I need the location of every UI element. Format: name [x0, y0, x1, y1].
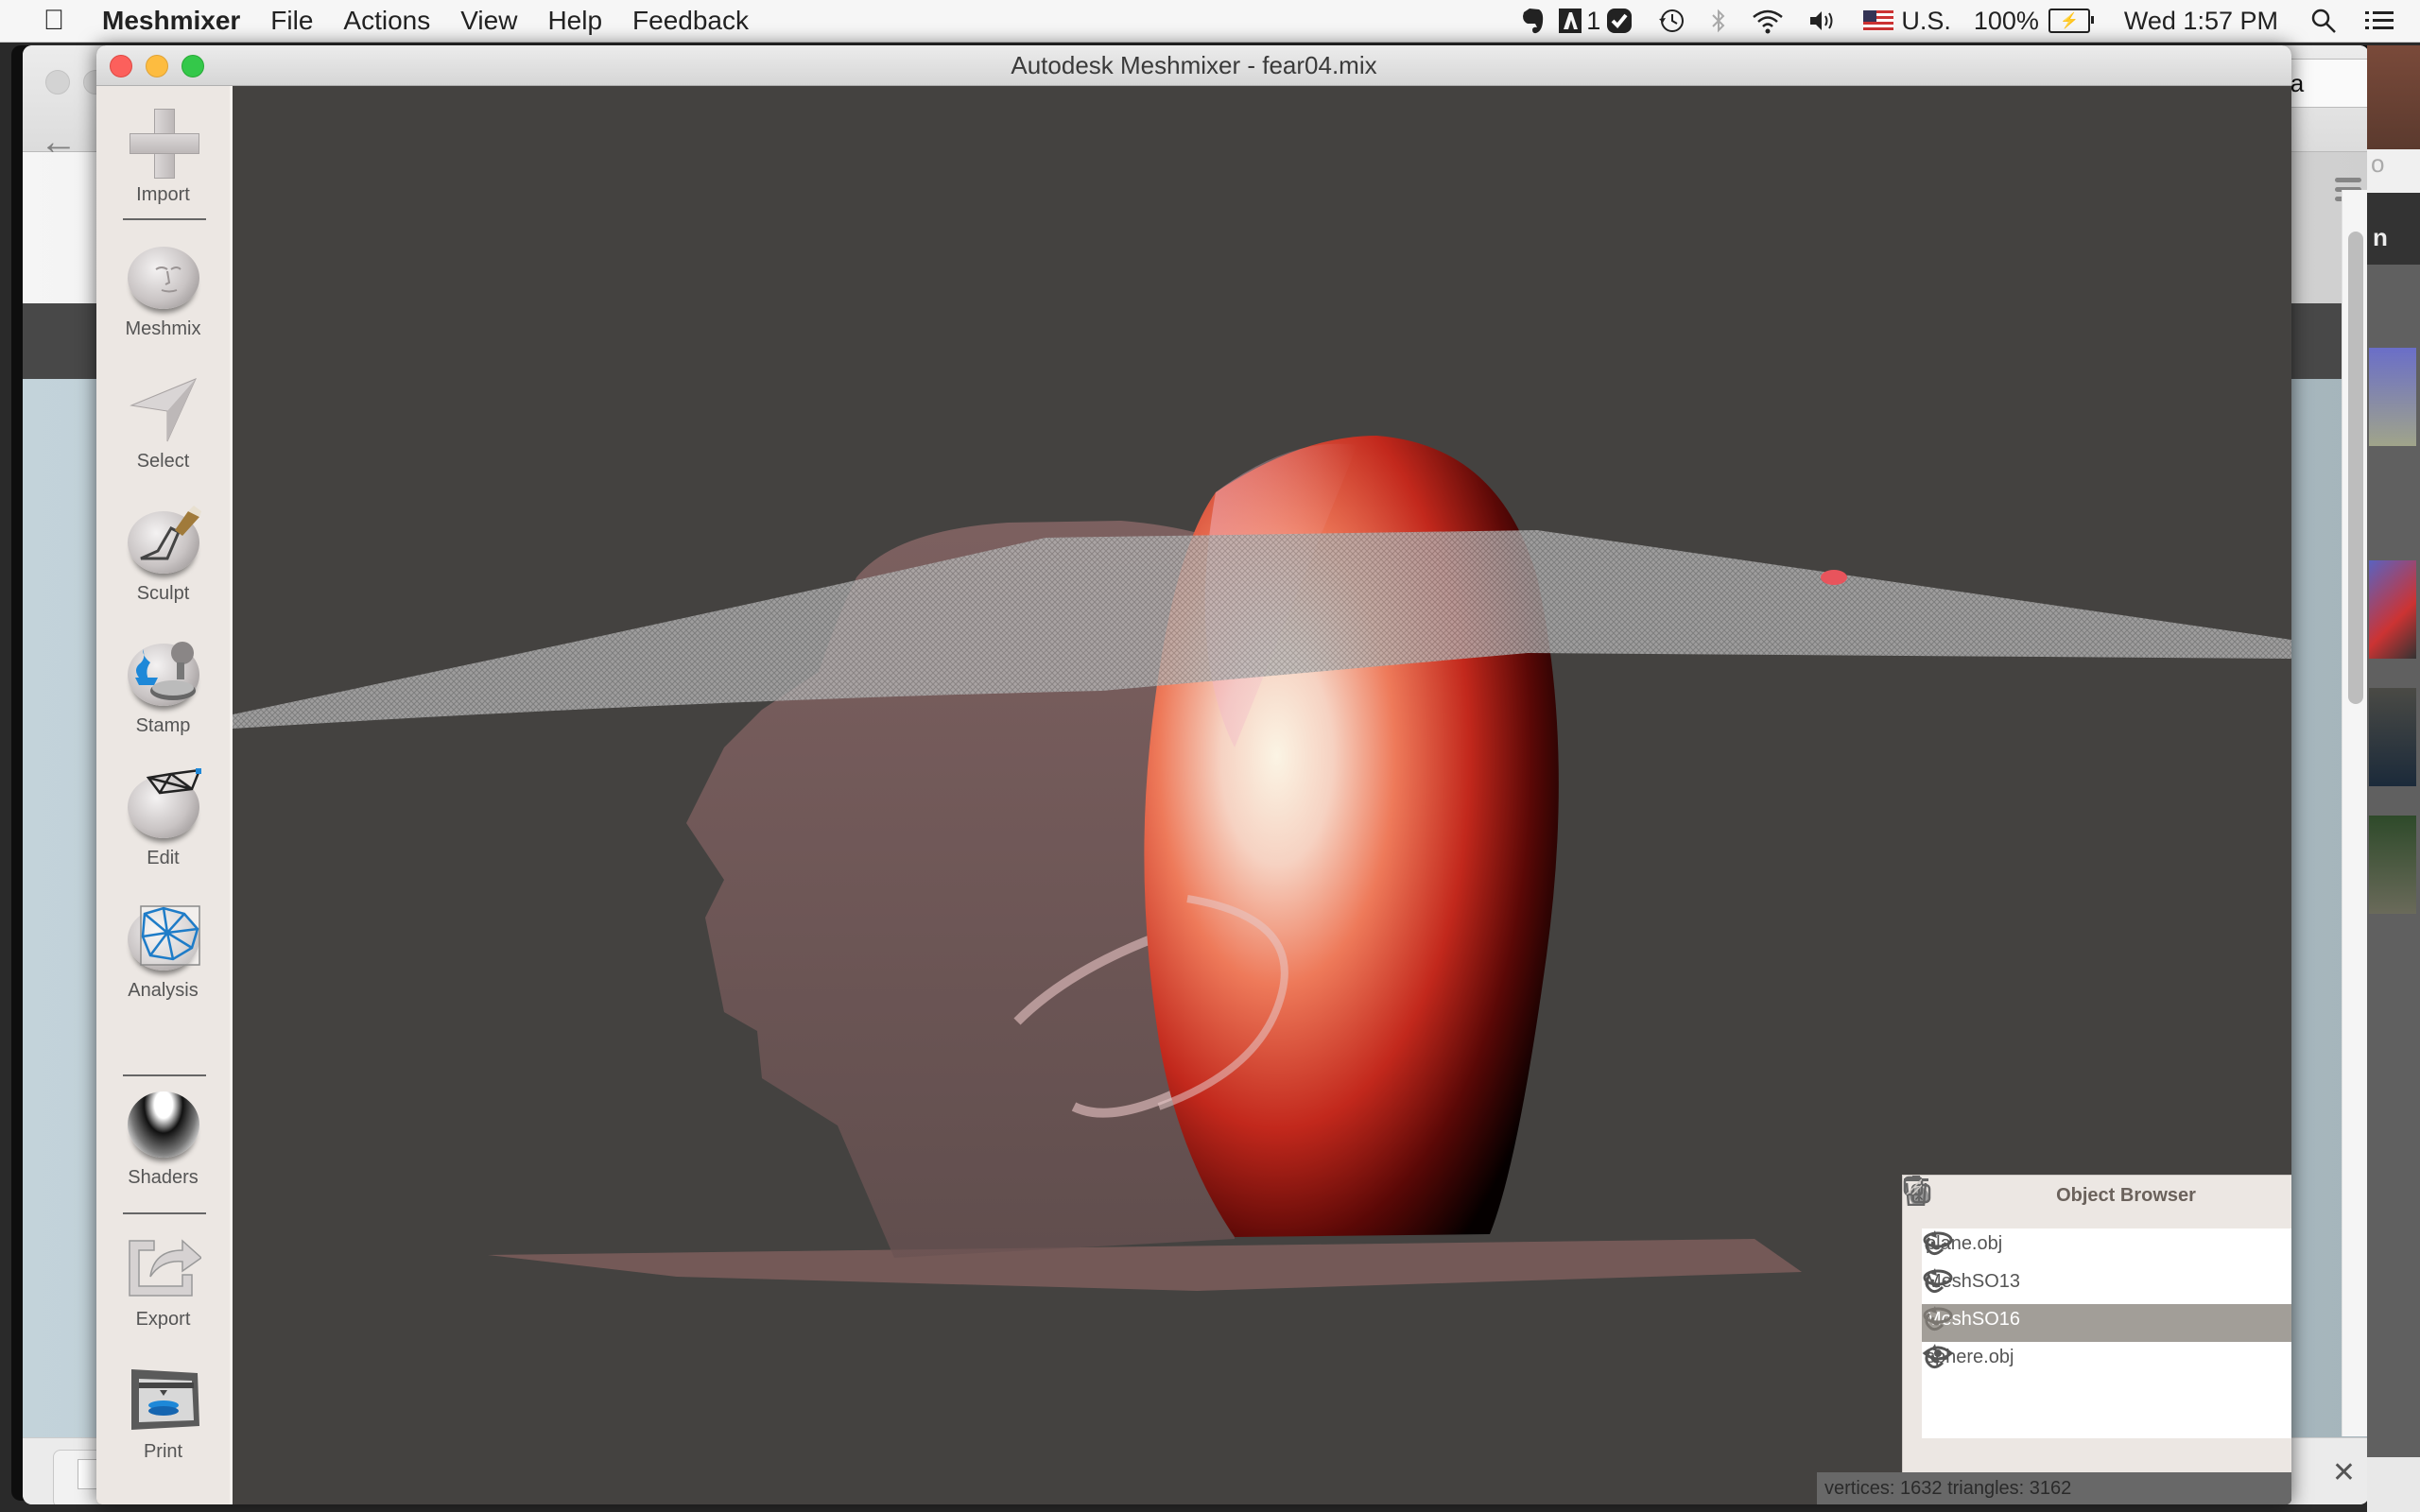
sidebar-divider: [123, 1212, 206, 1214]
browser-scroll-thumb[interactable]: [2348, 232, 2363, 704]
browser-scrollbar[interactable]: [2342, 190, 2367, 1436]
menu-feedback[interactable]: Feedback: [632, 6, 749, 36]
adobe-badge: 1: [1586, 6, 1601, 35]
checkmark-icon[interactable]: [1606, 0, 1633, 42]
tool-analysis[interactable]: Analysis: [96, 901, 230, 1002]
object-browser-panel: ✕ Object Browser plane.obj MeshSO13 Mesh…: [1902, 1175, 2291, 1490]
analysis-mesh-icon: [126, 901, 201, 976]
menu-help[interactable]: Help: [547, 6, 602, 36]
evernote-icon[interactable]: [1520, 0, 1545, 42]
stamp-icon: [126, 636, 201, 712]
window-title-bar[interactable]: Autodesk Meshmixer - fear04.mix: [96, 45, 2291, 86]
tool-meshmix[interactable]: Meshmix: [96, 239, 230, 340]
tool-select[interactable]: Select: [96, 371, 230, 472]
battery-percent[interactable]: 100%: [1974, 7, 2039, 36]
object-row[interactable]: plane.obj: [1922, 1228, 2291, 1266]
menu-view[interactable]: View: [460, 6, 517, 36]
status-menus: 1 U.S. 100% ⚡ Wed 1:57 PM: [1495, 0, 2394, 42]
apple-logo-icon[interactable]: : [38, 5, 70, 37]
menu-bar:  Meshmixer File Actions View Help Feedb…: [0, 0, 2420, 43]
battery-icon[interactable]: ⚡: [2048, 9, 2094, 33]
export-arrow-icon: [126, 1229, 202, 1305]
ground-plane: [488, 1239, 1802, 1291]
photo-thumbnail[interactable]: [2369, 688, 2416, 786]
browser-close-button[interactable]: [45, 70, 70, 94]
photo-strip-nav: n: [2367, 193, 2420, 265]
eye-open-icon[interactable]: [1922, 1342, 1954, 1365]
bluetooth-icon[interactable]: [1710, 0, 1727, 42]
object-browser-title: Object Browser: [2056, 1185, 2196, 1206]
small-sphere: [1821, 570, 1847, 585]
tool-label: Meshmix: [125, 318, 201, 339]
tool-label: Shaders: [128, 1167, 199, 1188]
photo-thumbnail[interactable]: [2369, 816, 2416, 914]
tool-shaders[interactable]: Shaders: [96, 1088, 230, 1189]
tool-sculpt[interactable]: Sculpt: [96, 504, 230, 605]
tool-label: Edit: [147, 848, 180, 868]
object-row[interactable]: sphere.obj: [1922, 1342, 2291, 1380]
time-machine-icon[interactable]: [1657, 0, 1685, 42]
meshmixer-window: Autodesk Meshmixer - fear04.mix Import M…: [96, 45, 2291, 1504]
tool-label: Sculpt: [136, 583, 190, 604]
window-title: Autodesk Meshmixer - fear04.mix: [1011, 51, 1377, 79]
wifi-icon[interactable]: [1752, 0, 1784, 42]
resize-handle-icon[interactable]: [1903, 1176, 1922, 1194]
object-row[interactable]: MeshSO13: [1922, 1266, 2291, 1304]
plus-icon: [126, 105, 201, 180]
tool-label: Import: [136, 184, 190, 205]
sidebar-divider: [123, 1074, 206, 1076]
background-photo-window: o n: [2367, 45, 2420, 1512]
us-flag-icon[interactable]: [1863, 10, 1894, 31]
photo-strip-footer: [2367, 1457, 2420, 1512]
eye-closed-icon[interactable]: [1922, 1228, 1954, 1251]
menu-file[interactable]: File: [270, 6, 313, 36]
sculpt-brush-icon: [126, 504, 201, 579]
eye-closed-icon[interactable]: [1922, 1266, 1954, 1289]
tool-label: Analysis: [128, 980, 199, 1001]
clock[interactable]: Wed 1:57 PM: [2124, 7, 2278, 36]
notification-center-icon[interactable]: [2365, 0, 2394, 42]
tool-print[interactable]: Print: [96, 1362, 230, 1463]
object-list: plane.obj MeshSO13 MeshSO16 sphere.obj: [1922, 1228, 2291, 1438]
photo-thumbnail[interactable]: [2369, 560, 2416, 659]
photo-header: [2367, 45, 2420, 149]
arrow-cursor-icon: [126, 371, 201, 447]
sidebar-divider: [123, 218, 206, 220]
menu-app-name[interactable]: Meshmixer: [102, 6, 240, 36]
tool-edit[interactable]: Edit: [96, 768, 230, 869]
menu-actions[interactable]: Actions: [343, 6, 430, 36]
input-source-label[interactable]: U.S.: [1901, 7, 1951, 36]
shader-sphere-icon: [126, 1088, 201, 1163]
object-row-selected[interactable]: MeshSO16: [1922, 1304, 2291, 1342]
tool-import[interactable]: Import: [96, 105, 230, 206]
printer-icon: [126, 1362, 201, 1437]
eye-closed-icon[interactable]: [1922, 1304, 1954, 1327]
3d-viewport[interactable]: ✕ Object Browser plane.obj MeshSO13 Mesh…: [233, 86, 2291, 1504]
tool-label: Select: [136, 451, 190, 472]
edit-mesh-icon: [126, 768, 201, 844]
status-bar: vertices: 1632 triangles: 3162: [1817, 1472, 2291, 1504]
spotlight-search-icon[interactable]: [2310, 0, 2337, 42]
adobe-icon[interactable]: [1558, 0, 1582, 42]
tool-label: Stamp: [135, 715, 191, 736]
tool-label: Export: [135, 1309, 191, 1330]
download-bar-close-icon[interactable]: ✕: [2332, 1456, 2356, 1489]
tool-label: Print: [143, 1441, 183, 1462]
tool-stamp[interactable]: Stamp: [96, 636, 230, 737]
tool-export[interactable]: Export: [96, 1229, 230, 1331]
photo-thumbnail[interactable]: [2369, 348, 2416, 446]
tool-sidebar: Import Meshmix Select Sculpt Stamp Edit …: [96, 86, 233, 1504]
photo-strip-label: o: [2367, 149, 2420, 193]
volume-icon[interactable]: [1808, 0, 1839, 42]
face-sphere-icon: [126, 239, 201, 315]
